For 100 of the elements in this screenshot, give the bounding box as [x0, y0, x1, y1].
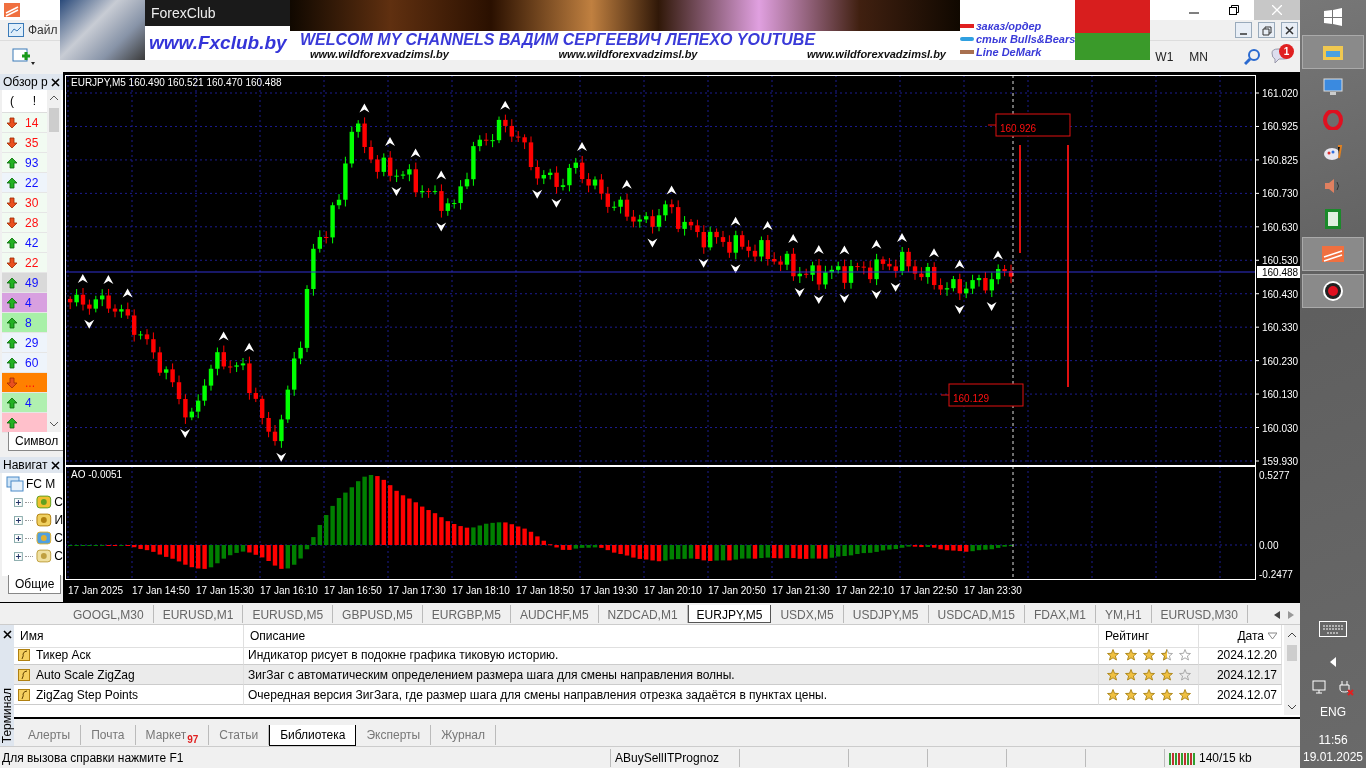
legend-label: стык Bulls&Bears — [976, 33, 1076, 45]
chart-tab[interactable]: EURUSD,M30 — [1151, 605, 1248, 623]
table-cell[interactable]: Auto Scale ZigZag — [14, 665, 244, 685]
chart-tab[interactable]: USDJPY,M5 — [843, 605, 929, 623]
tree-item[interactable]: С — [54, 495, 63, 509]
symbol-row[interactable]: 60 — [2, 353, 47, 373]
chart-tab[interactable]: USDX,M5 — [771, 605, 844, 623]
time-label: 17 Jan 16:50 — [324, 585, 382, 596]
price-tick: 160.825 — [1262, 154, 1299, 166]
tree-item[interactable]: С — [54, 549, 63, 563]
chart-title: EURJPY,M5 160.490 160.521 160.470 160.488 — [71, 77, 282, 88]
banner-logo: ForexClub — [145, 0, 290, 26]
price-tick: 160.330 — [1262, 322, 1299, 334]
indicator-tick: -0.2477 — [1259, 569, 1293, 580]
symbol-row[interactable]: 8 — [2, 313, 47, 333]
symbol-row[interactable]: 28 — [2, 213, 47, 233]
chart-tab[interactable]: EURUSD,M1 — [153, 605, 244, 623]
chart-tab[interactable]: EURGBP,M5 — [422, 605, 511, 623]
panel-tab[interactable]: Символ — [8, 432, 63, 451]
column-header[interactable]: Имя — [20, 629, 44, 643]
terminal-tab[interactable]: Алерты — [18, 725, 82, 745]
chart-tab[interactable]: USDCAD,M15 — [928, 605, 1025, 623]
time-label: 17 Jan 18:50 — [516, 585, 574, 596]
script-name: ZigZag Step Points — [36, 687, 139, 702]
chart-tab[interactable]: YM,H1 — [1095, 605, 1152, 623]
table-cell[interactable]: ZigZag Step Points — [14, 685, 244, 705]
chart-tab[interactable]: FDAX,M1 — [1024, 605, 1096, 623]
column-header[interactable]: Рейтинг — [1105, 629, 1150, 643]
column-header[interactable]: ( — [2, 94, 22, 108]
price-tick: 159.930 — [1262, 456, 1299, 466]
banner-link[interactable]: www.wildforexvadzimsl.by — [558, 48, 698, 60]
symbol-row[interactable]: 22 — [2, 253, 47, 273]
notifications-button[interactable]: 1 — [1268, 44, 1294, 70]
panel-tab[interactable]: Общие — [8, 575, 62, 594]
menu-item[interactable]: Файл — [28, 23, 58, 37]
chart-tab[interactable]: GBPUSD,M5 — [333, 605, 423, 623]
price-level-label: 160.926 — [987, 113, 1071, 137]
price-tick: 160.230 — [1262, 355, 1299, 367]
chart-tab[interactable]: GOOGL,M30 — [64, 605, 154, 623]
tree-item[interactable]: FC M — [26, 477, 56, 491]
time-label: 17 Jan 22:10 — [836, 585, 894, 596]
time-label: 17 Jan 23:30 — [964, 585, 1022, 596]
timeframe-button[interactable]: MN — [1183, 47, 1214, 67]
current-price-label: 160.488 — [1257, 266, 1300, 278]
banner-link[interactable]: www.wildforexvadzimsl.by — [807, 48, 946, 60]
symbol-row[interactable]: 4 — [2, 393, 47, 413]
time-label: 17 Jan 20:50 — [708, 585, 766, 596]
column-header[interactable]: Дата — [1237, 629, 1264, 643]
symbol-row[interactable]: 30 — [2, 193, 47, 213]
tree-item[interactable]: И — [54, 513, 63, 527]
symbol-row[interactable]: 49 — [2, 273, 47, 293]
status-text: Для вызова справки нажмите F1 — [2, 750, 184, 765]
chart-tab[interactable]: AUDCHF,M5 — [510, 605, 599, 623]
chart-tab[interactable]: EURUSD,M5 — [243, 605, 334, 623]
symbol-row[interactable]: 4 — [2, 293, 47, 313]
symbol-value: 35 — [24, 135, 40, 150]
price-tick: 161.020 — [1262, 88, 1299, 99]
time-label: 17 Jan 18:10 — [452, 585, 510, 596]
time-label: 17 Jan 20:10 — [644, 585, 702, 596]
date-text: 2024.12.17 — [1216, 667, 1277, 682]
panel-title: Обзор р — [3, 75, 48, 89]
legend-label: заказ/ордер — [976, 20, 1042, 32]
symbol-value: 49 — [24, 275, 40, 290]
symbol-row[interactable]: 35 — [2, 133, 47, 153]
symbol-value: 29 — [24, 335, 40, 350]
indicator-tick: 0.5277 — [1259, 470, 1290, 481]
symbol-value: 30 — [24, 195, 40, 210]
chart-tab[interactable]: NZDCAD,M1 — [598, 605, 688, 623]
symbol-row[interactable]: 93 — [2, 153, 47, 173]
symbol-row[interactable]: 22 — [2, 173, 47, 193]
language-indicator[interactable]: ENG — [1320, 705, 1346, 719]
chart-tab[interactable]: EURJPY,M5 — [687, 605, 772, 623]
price-tick: 160.630 — [1262, 221, 1299, 233]
symbol-row[interactable]: 42 — [2, 233, 47, 253]
symbol-value: ... — [24, 375, 36, 390]
terminal-tab[interactable]: Библиотека — [269, 725, 357, 746]
time-label: 17 Jan 2025 — [68, 585, 124, 596]
script-description: Индикатор рисует в подокне графика тиковую историю. — [248, 647, 559, 662]
script-description: ЗигЗаг с автоматическим определением размера шага для смены направления волны. — [248, 667, 735, 682]
banner-site-link[interactable]: www.Fxclub.by — [145, 26, 290, 60]
clock-time[interactable]: 11:56 — [1318, 733, 1348, 747]
script-name: Тикер Аск — [36, 647, 91, 662]
indicator-label: AO -0.0051 — [71, 469, 123, 480]
terminal-tab[interactable]: Эксперты — [356, 725, 432, 745]
profile-name: ABuySellITPrognoz — [615, 750, 720, 765]
symbol-row[interactable]: 29 — [2, 333, 47, 353]
banner-link[interactable]: www.wildforexvadzimsl.by — [310, 48, 449, 60]
panel-title: Навигат — [3, 458, 48, 472]
symbol-row[interactable]: 14 — [2, 113, 47, 133]
terminal-tab[interactable]: Журнал — [431, 725, 496, 745]
price-tick: 160.130 — [1262, 389, 1299, 401]
symbol-value: 28 — [24, 215, 40, 230]
time-label: 17 Jan 19:30 — [580, 585, 638, 596]
timeframe-button[interactable]: W1 — [1149, 47, 1180, 67]
column-header[interactable]: Описание — [250, 629, 306, 643]
column-header[interactable]: ! — [22, 94, 47, 108]
symbol-value: 42 — [24, 235, 40, 250]
tree-item[interactable]: С — [54, 531, 63, 545]
terminal-tab[interactable]: Почта — [81, 725, 136, 745]
clock-date[interactable]: 19.01.2025 — [1302, 750, 1364, 764]
